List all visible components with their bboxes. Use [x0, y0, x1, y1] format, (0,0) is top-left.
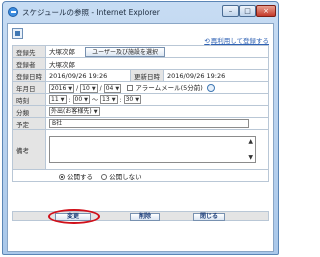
title-bar[interactable]: スケジュールの参照 - Internet Explorer – □ × — [3, 2, 278, 22]
year-select[interactable]: 2016 ▼ — [49, 83, 75, 93]
close-button[interactable]: 閉じる — [193, 213, 225, 221]
reuse-register-label: 再利用して登録する — [210, 37, 269, 45]
time-range-separator: ～ — [92, 96, 99, 104]
date-separator: / — [99, 85, 102, 93]
minimize-button[interactable]: – — [222, 5, 239, 17]
date-row: 年月日 2016 ▼/10 ▼/04 ▼ アラームメール(5分前) — [12, 81, 269, 94]
select-users-button[interactable]: ユーザー及び施設を選択 — [85, 47, 165, 57]
subject-cell: B社 — [45, 117, 269, 130]
subject-label: 予定 — [12, 117, 46, 130]
chevron-down-icon: ▼ — [84, 97, 89, 104]
notes-cell: ▲ ▼ — [45, 129, 269, 170]
subject-input[interactable]: B社 — [49, 119, 249, 128]
registered-by-value: 大塚次郎 — [45, 57, 269, 70]
end-hour-select[interactable]: 13 ▼ — [100, 95, 118, 105]
private-label: 公開しない — [109, 172, 142, 181]
chevron-down-icon: ▼ — [111, 97, 116, 104]
time-row: 時刻 11 ▼:00 ▼ ～ 13 ▼:30 ▼ — [12, 93, 269, 106]
date-label: 年月日 — [12, 81, 46, 94]
created-label: 登録日時 — [12, 69, 46, 82]
created-row: 登録日時 2016/09/26 19:26 更新日時 2016/09/26 19… — [12, 69, 269, 82]
time-colon: : — [68, 96, 71, 104]
chevron-down-icon: ▼ — [93, 109, 98, 115]
updated-value: 2016/09/26 19:26 — [163, 69, 269, 82]
notes-label: 備考 — [12, 129, 46, 170]
chevron-down-icon: ▼ — [115, 85, 120, 92]
alarm-checkbox[interactable] — [127, 85, 134, 92]
time-colon: : — [119, 96, 122, 104]
change-button-highlight — [48, 209, 100, 224]
time-cell: 11 ▼:00 ▼ ～ 13 ▼:30 ▼ — [45, 93, 269, 106]
registered-by-row: 登録者 大塚次郎 — [12, 57, 269, 70]
notes-textarea[interactable]: ▲ ▼ — [49, 136, 256, 163]
day-select[interactable]: 04 ▼ — [103, 83, 122, 93]
page-content: ⟲再利用して登録する 登録先 大塚次郎 ユーザー及び施設を選択 登録者 大塚次郎… — [7, 23, 274, 252]
registrant-cell: 大塚次郎 ユーザー及び施設を選択 — [45, 45, 269, 58]
visibility-cell: 公開する 公開しない — [12, 169, 269, 182]
registrant-value: 大塚次郎 — [49, 48, 75, 56]
month-select[interactable]: 10 ▼ — [80, 83, 98, 93]
delete-button[interactable]: 削除 — [130, 213, 160, 221]
page-icon[interactable] — [12, 28, 23, 39]
maximize-button[interactable]: □ — [239, 5, 256, 17]
subject-row: 予定 B社 — [12, 117, 269, 130]
registrant-label: 登録先 — [12, 45, 46, 58]
chevron-down-icon: ▼ — [60, 97, 65, 104]
public-label: 公開する — [67, 172, 93, 181]
registered-by-label: 登録者 — [12, 57, 46, 70]
category-cell: 外出(お客様先) ▼ — [45, 105, 269, 118]
window-title: スケジュールの参照 - Internet Explorer — [22, 8, 160, 17]
visibility-row: 公開する 公開しない — [12, 169, 269, 182]
notes-row: 備考 ▲ ▼ — [12, 129, 269, 170]
alarm-label: アラームメール(5分前) — [135, 84, 203, 93]
public-radio[interactable] — [59, 173, 65, 180]
reuse-register-link[interactable]: ⟲再利用して登録する — [204, 35, 269, 45]
start-minute-select[interactable]: 00 ▼ — [72, 95, 91, 105]
chevron-down-icon: ▼ — [91, 85, 96, 92]
browser-window: スケジュールの参照 - Internet Explorer – □ × ⟲再利用… — [2, 1, 279, 255]
calendar-icon[interactable] — [206, 84, 215, 93]
date-cell: 2016 ▼/10 ▼/04 ▼ アラームメール(5分前) — [45, 81, 269, 94]
close-window-button[interactable]: × — [256, 5, 276, 17]
end-minute-select[interactable]: 30 ▼ — [123, 95, 142, 105]
category-row: 分類 外出(お客様先) ▼ — [12, 105, 269, 118]
date-separator: / — [76, 85, 79, 93]
scroll-up-icon[interactable]: ▲ — [248, 138, 253, 145]
chevron-down-icon: ▼ — [135, 97, 140, 104]
scroll-down-icon[interactable]: ▼ — [248, 154, 253, 161]
category-select[interactable]: 外出(お客様先) ▼ — [49, 107, 100, 116]
internet-explorer-icon — [8, 7, 18, 17]
reuse-icon: ⟲ — [204, 37, 210, 45]
chevron-down-icon: ▼ — [68, 85, 73, 92]
category-label: 分類 — [12, 105, 46, 118]
created-value: 2016/09/26 19:26 — [45, 69, 131, 82]
start-hour-select[interactable]: 11 ▼ — [49, 95, 67, 105]
private-radio[interactable] — [101, 173, 108, 180]
updated-label: 更新日時 — [130, 69, 164, 82]
schedule-form: 登録先 大塚次郎 ユーザー及び施設を選択 登録者 大塚次郎 登録日時 2016/… — [12, 45, 269, 182]
registrant-row: 登録先 大塚次郎 ユーザー及び施設を選択 — [12, 45, 269, 58]
time-label: 時刻 — [12, 93, 46, 106]
